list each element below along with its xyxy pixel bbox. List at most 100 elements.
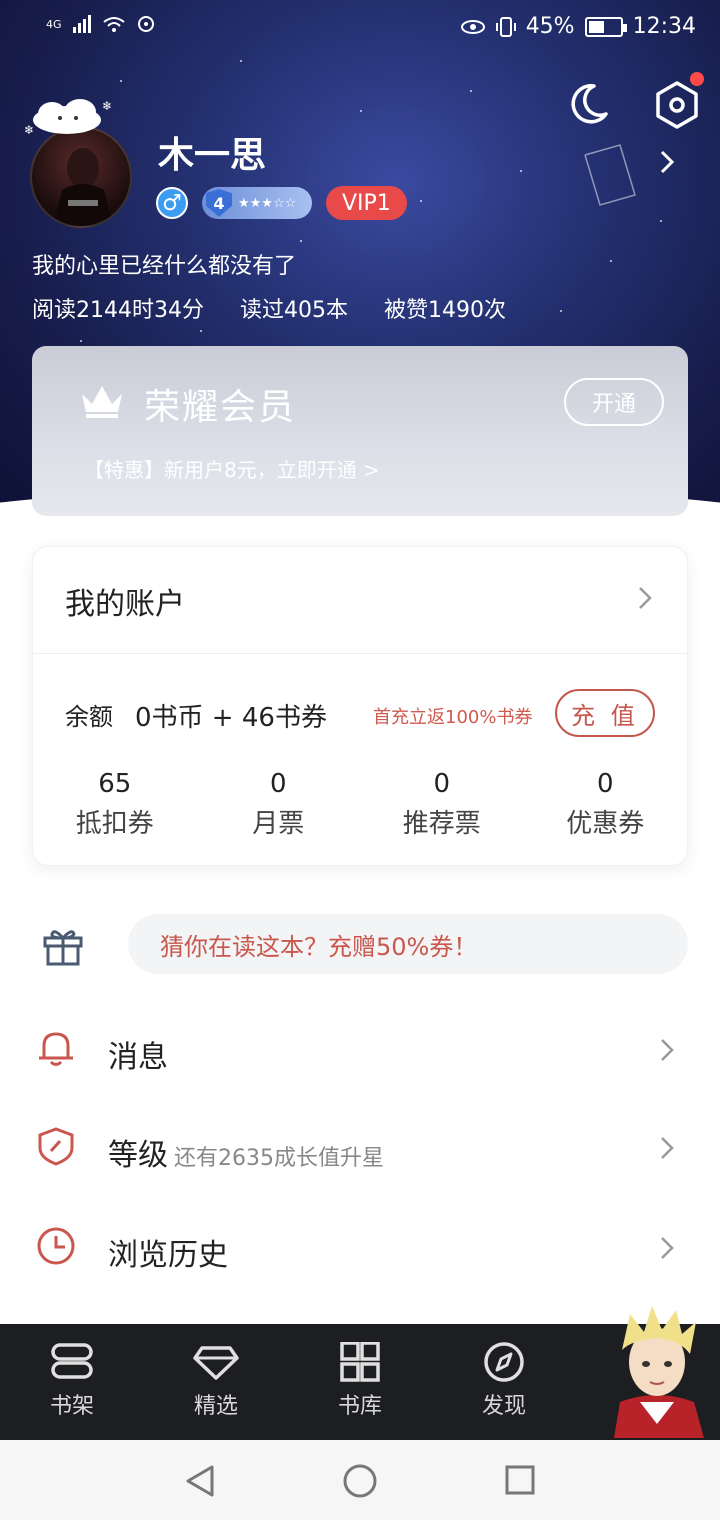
notification-dot bbox=[690, 72, 704, 86]
menu-label-messages: 消息 bbox=[108, 1040, 168, 1075]
menu-item-level[interactable]: 等级 还有2635成长值升星 bbox=[0, 1106, 720, 1196]
balance-label: 余额 bbox=[65, 703, 113, 731]
constellation-decoration bbox=[584, 144, 636, 206]
count-label: 月票 bbox=[252, 809, 305, 839]
level-badge[interactable]: 4 ★★★☆☆ bbox=[202, 187, 312, 219]
hexagon-settings-icon bbox=[656, 81, 698, 129]
coupon-count-item[interactable]: 65 抵扣券 bbox=[33, 769, 197, 840]
clock: 12:34 bbox=[632, 14, 696, 39]
account-title[interactable]: 我的账户 bbox=[65, 579, 185, 623]
user-bio: 我的心里已经什么都没有了 bbox=[32, 254, 297, 279]
chevron-right-icon bbox=[661, 1237, 674, 1259]
divider bbox=[33, 653, 687, 654]
signal-icon bbox=[72, 15, 91, 33]
star-decoration bbox=[80, 340, 82, 342]
account-card: 我的账户 余额 0书币 + 46书券 首充立返100%书券 充 值 65 抵扣券… bbox=[32, 546, 688, 866]
mascot-character[interactable] bbox=[600, 1302, 714, 1440]
nav-bookshelf[interactable]: 书架 bbox=[32, 1342, 112, 1420]
hotspot-icon bbox=[137, 16, 154, 32]
count-label: 优惠券 bbox=[566, 809, 645, 839]
star-decoration bbox=[200, 330, 202, 332]
star-decoration bbox=[610, 260, 612, 262]
count-value: 65 bbox=[98, 769, 132, 799]
nav-label: 书架 bbox=[49, 1394, 94, 1419]
system-navigation-bar bbox=[0, 1440, 720, 1520]
star-decoration bbox=[560, 310, 562, 312]
star-decoration bbox=[120, 80, 122, 82]
count-label: 抵扣券 bbox=[75, 809, 154, 839]
diamond-icon bbox=[193, 1346, 239, 1380]
nav-featured[interactable]: 精选 bbox=[176, 1342, 256, 1420]
level-progress-text: 还有2635成长值升星 bbox=[174, 1146, 384, 1171]
profile-badges: ♂ 4 ★★★☆☆ VIP1 bbox=[156, 186, 407, 220]
battery-icon bbox=[584, 16, 627, 37]
vip-membership-card[interactable]: 荣耀会员 【特惠】新用户8元，立即开通 > 开通 bbox=[32, 346, 688, 516]
profile-chevron-icon[interactable] bbox=[656, 148, 678, 176]
nav-label: 书库 bbox=[337, 1394, 382, 1419]
star-decoration bbox=[240, 60, 242, 62]
star-decoration bbox=[470, 90, 472, 92]
vip-card-title: 荣耀会员 bbox=[144, 387, 297, 428]
likes-stat: 被赞1490次 bbox=[383, 298, 506, 323]
nav-label: 精选 bbox=[193, 1394, 238, 1419]
wifi-icon bbox=[102, 17, 125, 32]
star-decoration bbox=[420, 200, 422, 202]
recharge-button[interactable]: 充 值 bbox=[555, 689, 655, 737]
menu-label-history: 浏览历史 bbox=[108, 1238, 228, 1273]
level-stars-icon: ★★★☆☆ bbox=[238, 195, 297, 211]
compass-icon bbox=[484, 1342, 524, 1382]
avatar-figure bbox=[53, 148, 113, 226]
back-icon[interactable] bbox=[184, 1464, 216, 1498]
nav-discover[interactable]: 发现 bbox=[464, 1342, 544, 1420]
menu-item-messages[interactable]: 消息 bbox=[0, 1008, 720, 1098]
shield-icon bbox=[38, 1127, 74, 1166]
username: 木一思 bbox=[158, 135, 267, 176]
avatar[interactable] bbox=[30, 126, 132, 228]
star-decoration bbox=[660, 220, 662, 222]
first-charge-promo: 首充立返100%书券 bbox=[373, 707, 533, 728]
count-value: 0 bbox=[433, 769, 451, 799]
reading-promo-pill[interactable]: 猜你在读这本？充赠50%券！ bbox=[128, 914, 688, 974]
vip-badge[interactable]: VIP1 bbox=[326, 186, 407, 220]
nav-label: 发现 bbox=[481, 1394, 526, 1419]
count-label: 推荐票 bbox=[402, 809, 481, 839]
menu-label-level: 等级 还有2635成长值升星 bbox=[108, 1130, 384, 1174]
network-label: 4G bbox=[46, 17, 62, 31]
svg-text:❄: ❄ bbox=[102, 99, 112, 113]
gender-male-icon: ♂ bbox=[156, 187, 188, 219]
clock-icon bbox=[37, 1227, 75, 1265]
gift-icon bbox=[43, 930, 83, 966]
vibrate-icon bbox=[495, 16, 516, 37]
monthly-ticket-item[interactable]: 0 月票 bbox=[197, 769, 361, 840]
balance-value: 0书币 + 46书券 bbox=[135, 703, 327, 733]
chevron-right-icon[interactable] bbox=[637, 585, 653, 611]
chevron-right-icon bbox=[661, 1039, 674, 1061]
star-decoration bbox=[520, 170, 522, 172]
nav-library[interactable]: 书库 bbox=[320, 1342, 400, 1420]
discount-coupon-item[interactable]: 0 优惠券 bbox=[524, 769, 688, 840]
vip-card-promo[interactable]: 【特惠】新用户8元，立即开通 > bbox=[84, 454, 380, 483]
crown-icon bbox=[82, 386, 122, 418]
reading-time-stat: 阅读2144时34分 bbox=[32, 298, 204, 323]
battery-percent: 45% bbox=[525, 14, 575, 39]
user-stats: 阅读2144时34分 读过405本 被赞1490次 bbox=[32, 292, 506, 324]
account-counts: 65 抵扣券 0 月票 0 推荐票 0 优惠券 bbox=[33, 769, 687, 840]
bell-icon bbox=[39, 1032, 73, 1066]
vip-open-button[interactable]: 开通 bbox=[564, 378, 664, 426]
count-value: 0 bbox=[269, 769, 287, 799]
star-decoration bbox=[360, 110, 362, 112]
recommend-ticket-item[interactable]: 0 推荐票 bbox=[360, 769, 524, 840]
star-decoration bbox=[300, 240, 302, 242]
night-mode-icon[interactable] bbox=[566, 82, 610, 126]
bookshelf-icon bbox=[51, 1343, 93, 1379]
chevron-right-icon bbox=[661, 1137, 674, 1159]
recents-icon[interactable] bbox=[504, 1464, 536, 1496]
grid-icon bbox=[340, 1342, 380, 1382]
settings-button[interactable] bbox=[654, 72, 704, 130]
menu-item-history[interactable]: 浏览历史 bbox=[0, 1206, 720, 1296]
level-number: 4 bbox=[206, 189, 232, 217]
home-icon[interactable] bbox=[343, 1464, 377, 1498]
balance-row: 余额 0书币 + 46书券 bbox=[65, 697, 327, 734]
status-bar: 4G 45% 12:34 bbox=[0, 0, 720, 56]
level-label: 等级 bbox=[108, 1138, 168, 1173]
